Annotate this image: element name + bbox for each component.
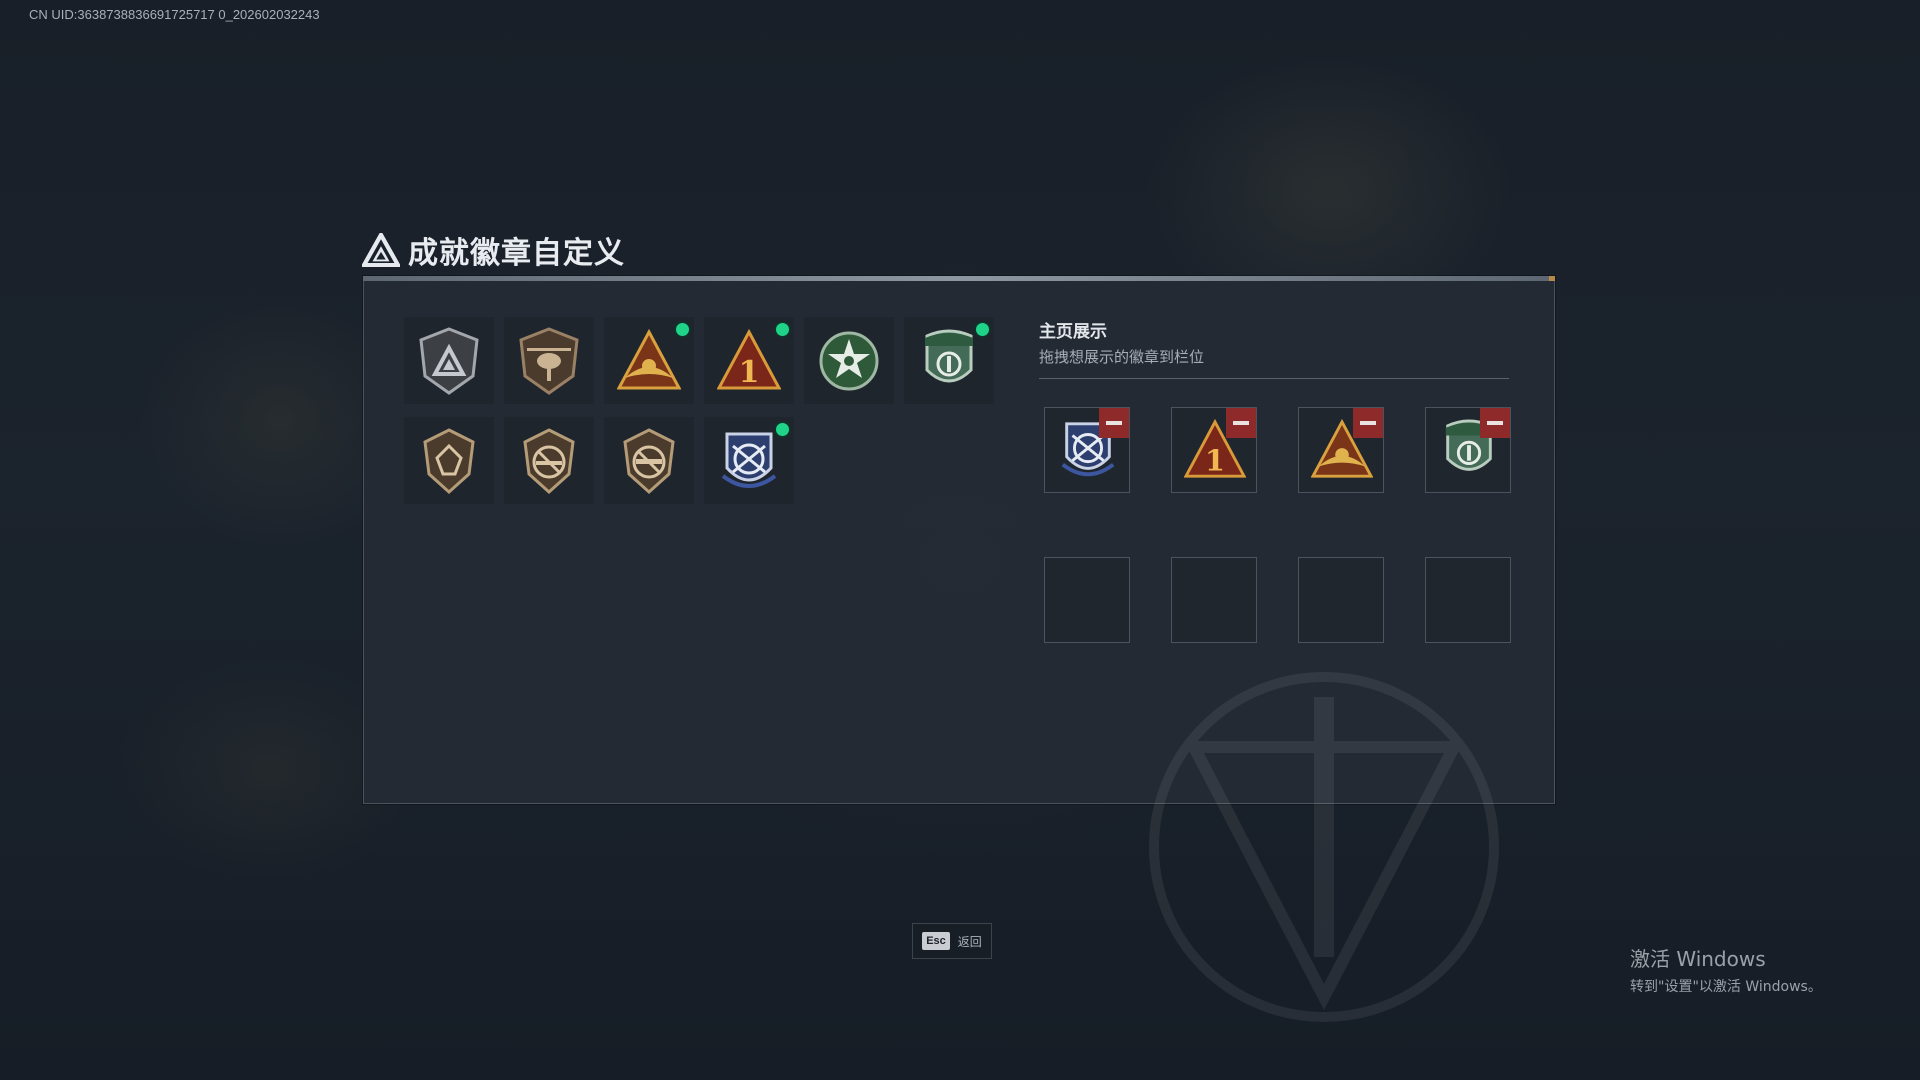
remove-badge-button[interactable] [1480, 408, 1510, 438]
badge-slot[interactable] [804, 317, 894, 404]
uid-label: CN UID:3638738836691725717 0_20260203224… [29, 7, 320, 22]
badge-slot[interactable] [604, 417, 694, 504]
homepage-showcase: 主页展示 拖拽想展示的徽章到栏位 1 [1039, 317, 1511, 643]
minus-icon [1487, 421, 1503, 425]
badge-slot[interactable] [504, 317, 594, 404]
panel-top-bar [363, 276, 1555, 281]
watermark-line-1: 激活 Windows [1630, 947, 1766, 971]
faded-emblem-icon [1149, 672, 1499, 1022]
showcase-slot[interactable] [1425, 407, 1511, 493]
badge-slot[interactable] [904, 317, 994, 404]
remove-badge-button[interactable] [1099, 408, 1129, 438]
svg-text:1: 1 [739, 355, 760, 390]
empty-showcase-slot[interactable] [1425, 557, 1511, 643]
showcase-slot[interactable] [1044, 407, 1130, 493]
remove-badge-button[interactable] [1226, 408, 1256, 438]
no-rifle-badge-2-icon [623, 428, 675, 495]
new-indicator-dot [776, 423, 789, 436]
green-medic-shield-badge-icon [925, 329, 973, 383]
brown-crest-badge-icon [423, 428, 475, 495]
badge-slot[interactable] [604, 317, 694, 404]
new-indicator-dot [976, 323, 989, 336]
new-indicator-dot [776, 323, 789, 336]
back-button[interactable]: Esc 返回 [912, 923, 992, 959]
delta-logo-icon [362, 233, 400, 267]
svg-text:1: 1 [1205, 443, 1225, 477]
esc-key-hint: Esc [922, 932, 950, 950]
watermark-line-2: 转到"设置"以激活 Windows。 [1630, 979, 1822, 995]
blue-crossed-rifles-badge-icon [721, 432, 777, 488]
gold-triangle-eagle-badge-icon [617, 328, 681, 390]
showcase-subtitle: 拖拽想展示的徽章到栏位 [1039, 348, 1205, 366]
remove-badge-button[interactable] [1353, 408, 1383, 438]
minus-icon [1233, 421, 1249, 425]
badge-slot[interactable] [404, 317, 494, 404]
badge-customization-panel: 1 主页展示 拖拽想展示的徽章到栏位 1 [363, 276, 1555, 1022]
back-label: 返回 [957, 934, 982, 949]
green-star-badge-icon [819, 331, 879, 391]
badge-slot[interactable]: 1 [704, 317, 794, 404]
badge-slot[interactable] [404, 417, 494, 504]
minus-icon [1360, 421, 1376, 425]
badge-slot[interactable] [504, 417, 594, 504]
helicopter-badge-icon [519, 327, 579, 395]
page-header: 成就徽章自定义 [362, 228, 625, 272]
divider [1039, 378, 1509, 379]
showcase-title: 主页展示 [1039, 322, 1107, 342]
silver-triangle-badge-icon [419, 327, 479, 395]
empty-showcase-slot[interactable] [1044, 557, 1130, 643]
empty-showcase-slot[interactable] [1171, 557, 1257, 643]
badge-slot[interactable] [704, 417, 794, 504]
showcase-slot[interactable]: 1 [1171, 407, 1257, 493]
new-indicator-dot [676, 323, 689, 336]
page-title: 成就徽章自定义 [408, 236, 625, 271]
number-one-triangle-badge-icon: 1 [717, 328, 781, 390]
windows-activation-watermark: 激活 Windows 转到"设置"以激活 Windows。 [1630, 943, 1822, 996]
showcase-slot[interactable] [1298, 407, 1384, 493]
minus-icon [1106, 421, 1122, 425]
empty-showcase-slot[interactable] [1298, 557, 1384, 643]
no-rifle-badge-icon [523, 428, 575, 495]
